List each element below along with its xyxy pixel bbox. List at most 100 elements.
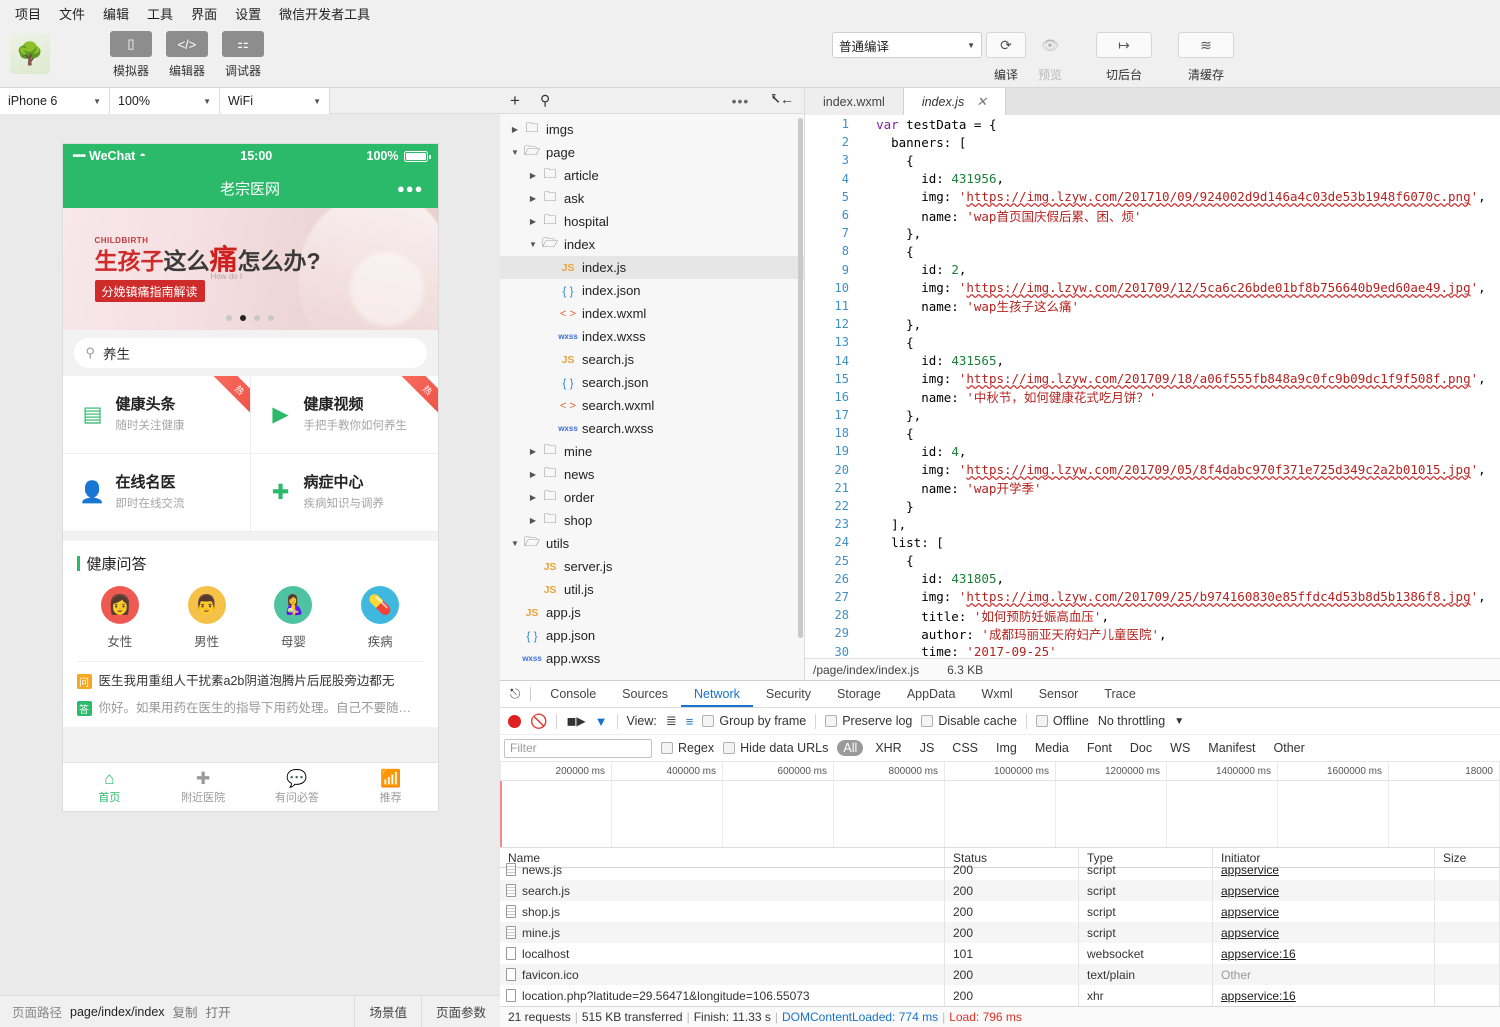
devtools-tab-appdata[interactable]: AppData — [894, 682, 969, 707]
chevron-right-icon[interactable]: ▶ — [526, 470, 540, 479]
file-tree-scrollbar[interactable] — [798, 118, 803, 638]
carousel-dot[interactable] — [254, 315, 260, 321]
preserve-log-checkbox[interactable]: Preserve log — [825, 714, 912, 728]
hide-data-urls-checkbox[interactable]: Hide data URLs — [723, 741, 828, 755]
menu-item-2[interactable]: 编辑 — [94, 1, 138, 26]
toolbar-background-button[interactable]: ↦ 切后台 — [1096, 32, 1152, 83]
chevron-right-icon[interactable]: ▶ — [508, 125, 522, 134]
file-tree-row[interactable]: < > search.wxml — [500, 394, 804, 417]
offline-checkbox[interactable]: Offline — [1035, 714, 1089, 728]
qa-category[interactable]: 👨 男性 — [163, 586, 250, 650]
compile-mode-select[interactable]: 普通编译 ▼ — [832, 32, 982, 58]
file-tree-row[interactable]: JS index.js — [500, 256, 804, 279]
chevron-right-icon[interactable]: ▶ — [526, 194, 540, 203]
resource-filter-ws[interactable]: WS — [1164, 740, 1196, 756]
view-waterfall-icon[interactable]: ≡ — [686, 714, 694, 729]
devtools-tab-security[interactable]: Security — [753, 682, 824, 707]
devtools-tab-console[interactable]: Console — [537, 682, 609, 707]
toolbar-refresh-button[interactable]: ⟳ 编译 — [986, 32, 1026, 83]
toolbar-code-button[interactable]: </> 编辑器 — [166, 31, 208, 79]
file-tree-row[interactable]: ▶ 🗀 news — [500, 463, 804, 486]
devtools-tab-sensor[interactable]: Sensor — [1026, 682, 1092, 707]
file-tree-row[interactable]: ▶ 🗀 article — [500, 164, 804, 187]
editor-tab[interactable]: index.wxml — [805, 88, 904, 115]
close-icon[interactable]: ✕ — [976, 94, 987, 110]
resource-filter-doc[interactable]: Doc — [1124, 740, 1158, 756]
editor-tab[interactable]: index.js ✕ — [903, 88, 1007, 115]
file-tree-row[interactable]: wxss search.wxss — [500, 417, 804, 440]
resource-filter-js[interactable]: JS — [914, 740, 941, 756]
resource-filter-css[interactable]: CSS — [946, 740, 984, 756]
qa-answer-row[interactable]: 答 你好。如果用药在医生的指导下用药处理。自己不要随… — [76, 700, 424, 717]
file-tree-row[interactable]: { } app.json — [500, 624, 804, 647]
table-row[interactable]: news.js 200 script appservice — [500, 859, 1500, 880]
feature-cell[interactable]: ▶ 健康视频 手把手教你如何养生热 — [250, 376, 438, 454]
table-body[interactable]: news.js 200 script appservice search.js 200 sc… — [500, 859, 1500, 1006]
menu-item-6[interactable]: 微信开发者工具 — [270, 1, 379, 26]
qa-category[interactable]: 💊 疾病 — [337, 586, 424, 650]
file-tree-row[interactable]: ▶ 🗀 order — [500, 486, 804, 509]
clear-icon[interactable]: 🚫 — [530, 713, 547, 730]
qa-category[interactable]: 🤱 母婴 — [250, 586, 337, 650]
file-tree-row[interactable]: wxss index.wxss — [500, 325, 804, 348]
resource-filter-font[interactable]: Font — [1081, 740, 1118, 756]
menu-item-4[interactable]: 界面 — [182, 1, 226, 26]
file-tree-list[interactable]: ▶ 🗀 imgs ▼ 🗁 page ▶ 🗀 article ▶ 🗀 ask ▶ 🗀 hospital ▼ 🗁 in… — [500, 114, 804, 680]
initiator-link[interactable]: appservice:16 — [1221, 947, 1296, 961]
chevron-down-icon[interactable]: ▼ — [526, 240, 540, 249]
resource-filter-other[interactable]: Other — [1268, 740, 1311, 756]
toolbar-layers-button[interactable]: ≋ 清缓存 — [1178, 32, 1234, 83]
initiator-link[interactable]: appservice — [1221, 884, 1279, 898]
zoom-select[interactable]: 100% ▼ — [110, 88, 220, 114]
scene-value-button[interactable]: 场景值 — [354, 995, 421, 1027]
chevron-right-icon[interactable]: ▶ — [526, 516, 540, 525]
chevron-right-icon[interactable]: ▶ — [526, 447, 540, 456]
banner-carousel[interactable]: CHILDBIRTH 生孩子这么痛怎么办? 分娩镇痛指南解读 How do I — [62, 208, 438, 330]
group-by-frame-checkbox[interactable]: Group by frame — [702, 714, 806, 728]
table-row[interactable]: search.js 200 script appservice — [500, 880, 1500, 901]
toolbar-phone-button[interactable]: ▯ 模拟器 — [110, 31, 152, 79]
initiator-link[interactable]: appservice — [1221, 905, 1279, 919]
file-tree-row[interactable]: JS server.js — [500, 555, 804, 578]
file-tree-row[interactable]: ▶ 🗀 shop — [500, 509, 804, 532]
resource-filter-manifest[interactable]: Manifest — [1202, 740, 1261, 756]
file-tree-row[interactable]: JS util.js — [500, 578, 804, 601]
chevron-right-icon[interactable]: ▶ — [526, 217, 540, 226]
throttling-value[interactable]: No throttling — [1098, 714, 1165, 728]
feature-cell[interactable]: 👤 在线名医 即时在线交流 — [62, 454, 251, 532]
devtools-tab-wxml[interactable]: Wxml — [968, 682, 1025, 707]
menu-item-0[interactable]: 项目 — [6, 1, 50, 26]
initiator-link[interactable]: appservice — [1221, 926, 1279, 940]
file-tree-row[interactable]: JS search.js — [500, 348, 804, 371]
table-row[interactable]: shop.js 200 script appservice — [500, 901, 1500, 922]
file-tree-row[interactable]: { } index.json — [500, 279, 804, 302]
camera-icon[interactable]: ◼▶ — [566, 714, 585, 728]
file-tree-row[interactable]: ▼ 🗁 utils — [500, 532, 804, 555]
resource-filter-media[interactable]: Media — [1029, 740, 1075, 756]
file-tree-row[interactable]: ▼ 🗁 index — [500, 233, 804, 256]
file-tree-row[interactable]: ▶ 🗀 mine — [500, 440, 804, 463]
funnel-icon[interactable]: ▼ — [595, 714, 608, 729]
chevron-right-icon[interactable]: ▶ — [526, 493, 540, 502]
phone-tab-home[interactable]: ⌂ 首页 — [63, 763, 157, 811]
view-list-icon[interactable]: ≣ — [666, 713, 677, 729]
search-icon[interactable]: ⚲ — [540, 92, 550, 109]
resource-filter-img[interactable]: Img — [990, 740, 1023, 756]
file-tree-row[interactable]: { } search.json — [500, 371, 804, 394]
toolbar-debug-button[interactable]: ⚏ 调试器 — [222, 31, 264, 79]
open-path-button[interactable]: 打开 — [206, 1002, 231, 1021]
initiator-link[interactable]: appservice:16 — [1221, 989, 1296, 1003]
file-tree-row[interactable]: < > index.wxml — [500, 302, 804, 325]
network-select[interactable]: WiFi ▼ — [220, 88, 330, 114]
collapse-panel-icon[interactable]: ⭶← — [771, 89, 794, 113]
table-row[interactable]: favicon.ico 200 text/plain Other — [500, 964, 1500, 985]
resource-filter-xhr[interactable]: XHR — [869, 740, 907, 756]
disable-cache-checkbox[interactable]: Disable cache — [921, 714, 1017, 728]
phone-tab-hospital[interactable]: ✚ 附近医院 — [156, 763, 250, 811]
file-tree-row[interactable]: JS app.js — [500, 601, 804, 624]
phone-tab-chat[interactable]: 💬 有问必答 — [250, 763, 344, 811]
menu-item-3[interactable]: 工具 — [138, 1, 182, 26]
feature-cell[interactable]: ✚ 病症中心 疾病知识与调养 — [250, 454, 438, 532]
more-options-icon[interactable]: ••• — [732, 93, 750, 109]
toolbar-eye-button[interactable]: 👁 预览 — [1030, 32, 1070, 83]
